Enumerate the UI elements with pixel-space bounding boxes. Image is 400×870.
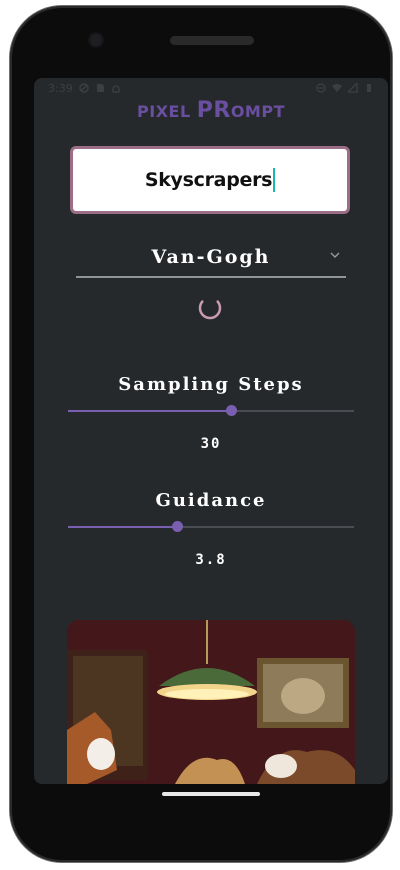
status-right: [316, 83, 374, 93]
signal-icon: [348, 83, 358, 93]
guidance-value: 3.8: [195, 552, 227, 568]
wifi-icon: [332, 84, 342, 92]
style-dropdown[interactable]: Van-Gogh: [76, 238, 346, 278]
prompt-input[interactable]: Skyscrapers: [70, 146, 350, 214]
sampling-steps-value: 30: [200, 436, 222, 452]
generated-image-art: [67, 620, 355, 784]
guidance-label: Guidance: [155, 490, 267, 511]
front-camera: [90, 34, 102, 46]
style-dropdown-value: Van-Gogh: [151, 246, 271, 268]
guidance-slider[interactable]: [68, 520, 354, 534]
slider-fill: [68, 526, 177, 528]
sampling-steps-label: Sampling Steps: [118, 374, 304, 395]
phone-frame: 3:39 PIXEL PROMPT Skyscrapers Van-Gogh S…: [10, 6, 392, 862]
app-title: PIXEL PROMPT: [34, 98, 388, 124]
sd-card-icon: [96, 84, 104, 92]
loading-spinner-icon: [198, 296, 222, 320]
slider-thumb[interactable]: [226, 405, 238, 416]
earpiece-speaker: [170, 36, 254, 45]
status-left: 3:39: [48, 82, 121, 95]
android-icon: [112, 85, 120, 93]
sampling-steps-slider[interactable]: [68, 404, 354, 418]
text-caret: [273, 168, 276, 192]
blocked-icon: [79, 83, 89, 93]
app-screen: 3:39 PIXEL PROMPT Skyscrapers Van-Gogh S…: [34, 78, 388, 784]
status-bar: 3:39: [34, 78, 388, 98]
chevron-down-icon: [330, 252, 340, 258]
app-title-part3: OMPT: [230, 102, 285, 121]
slider-thumb[interactable]: [171, 521, 183, 532]
dnd-icon: [316, 83, 326, 93]
battery-icon: [367, 84, 371, 92]
generated-image[interactable]: [67, 620, 355, 784]
gesture-navigation-bar: [34, 784, 388, 824]
app-title-part2: PR: [196, 98, 231, 123]
prompt-input-value: Skyscrapers: [144, 169, 273, 191]
app-title-part1: PIXEL: [137, 102, 197, 121]
home-gesture-pill[interactable]: [162, 792, 260, 796]
slider-fill: [68, 410, 232, 412]
status-time: 3:39: [48, 81, 73, 95]
